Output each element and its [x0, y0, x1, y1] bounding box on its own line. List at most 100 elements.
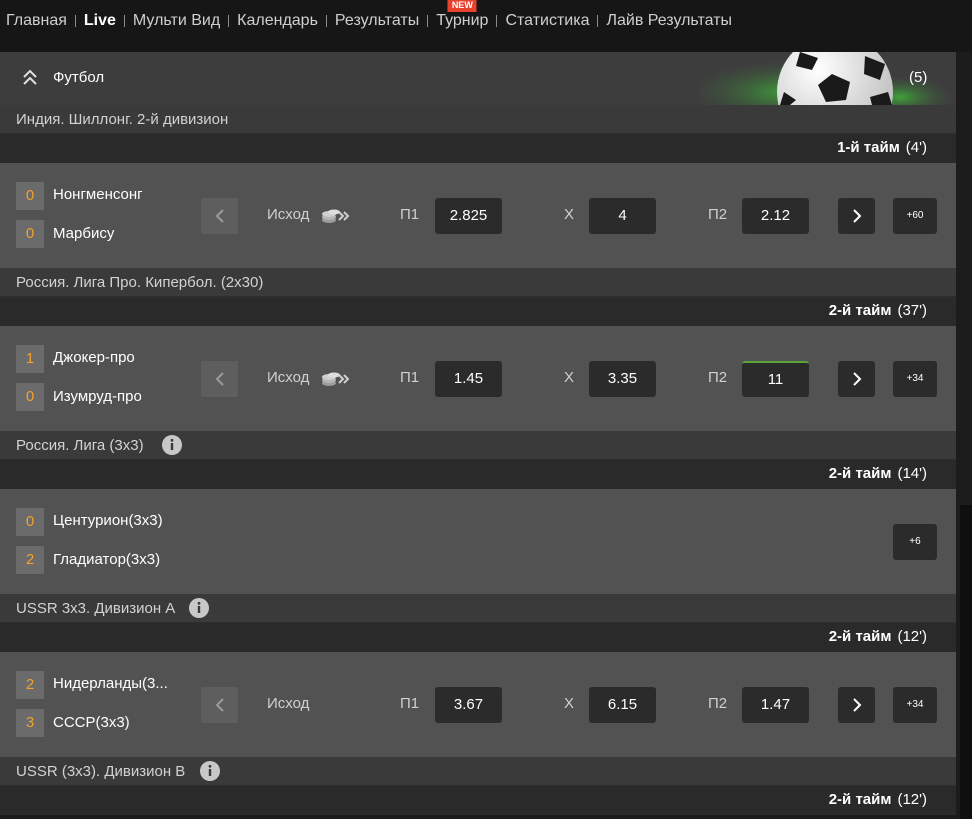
chevron-left-icon: [215, 698, 224, 712]
more-markets-button[interactable]: +60: [893, 198, 937, 234]
match-period-row: 2-й тайм (12'): [0, 623, 956, 652]
odd-label-p2: П2: [708, 695, 728, 712]
more-markets-button[interactable]: +34: [893, 687, 937, 723]
odd-label-p2: П2: [708, 369, 728, 386]
nav-item-tournament[interactable]: NEW Турнир: [436, 0, 488, 30]
more-markets-button[interactable]: +34: [893, 361, 937, 397]
team2-score: 2: [16, 546, 44, 574]
odd-button-p1[interactable]: 3.67: [435, 687, 502, 723]
nav-divider: [228, 15, 230, 27]
team1-score: 0: [16, 182, 44, 210]
nav-item-main[interactable]: Главная: [6, 12, 67, 30]
league-name: Россия. Лига (3x3): [16, 437, 144, 454]
prev-market-button[interactable]: [201, 198, 238, 234]
odd-label-x: Х: [564, 369, 575, 386]
match-period-row: 2-й тайм (14'): [0, 460, 956, 489]
more-markets-button[interactable]: +6: [893, 524, 937, 560]
nav-item-live[interactable]: Live: [84, 12, 116, 30]
team1-name[interactable]: Джокер-про: [53, 344, 135, 372]
period-label: 1-й тайм: [837, 139, 900, 156]
team2-score: 0: [16, 220, 44, 248]
team1-score: 2: [16, 671, 44, 699]
odd-button-p2[interactable]: 1.47: [742, 687, 809, 723]
period-label: 2-й тайм: [828, 302, 892, 319]
match-clock: (12'): [897, 628, 927, 645]
coins-icon: [322, 372, 350, 386]
odd-button-p2[interactable]: 11: [742, 361, 809, 397]
event-row[interactable]: 0 Нонгменсонг 0 Марбису Исход П1 2.825 Х…: [0, 163, 956, 268]
nav-list: Главная Live Мульти Вид Календарь Резуль…: [6, 0, 732, 30]
league-header[interactable]: USSR 3x3. Дивизион А: [0, 594, 956, 623]
team1-name[interactable]: Нидерланды(3...: [53, 670, 168, 698]
nav-item-calendar[interactable]: Календарь: [237, 12, 318, 30]
collapse-chevron-icon[interactable]: [21, 69, 39, 87]
period-label: 2-й тайм: [828, 628, 892, 645]
match-period-row: 2-й тайм (37'): [0, 297, 956, 326]
odd-button-x[interactable]: 3.35: [589, 361, 656, 397]
team1-score: 0: [16, 508, 44, 536]
odd-label-p2: П2: [708, 206, 728, 223]
nav-divider: [74, 15, 76, 27]
match-clock: (14'): [897, 465, 927, 482]
team2-score: 3: [16, 709, 44, 737]
next-market-button[interactable]: [838, 361, 875, 397]
next-market-button[interactable]: [838, 687, 875, 723]
prev-market-button[interactable]: [201, 361, 238, 397]
league-header[interactable]: Индия. Шиллонг. 2-й дивизион: [0, 105, 956, 134]
match-period: 2-й тайм (12'): [829, 628, 927, 645]
match-period-row: 2-й тайм (12'): [0, 786, 956, 815]
odd-button-p1[interactable]: 2.825: [435, 198, 502, 234]
event-row[interactable]: 2 Нидерланды(3... 3 СССР(3x3) Исход П1 3…: [0, 652, 956, 757]
team1-name[interactable]: Нонгменсонг: [53, 181, 143, 209]
league-header[interactable]: Россия. Лига Про. Кипербол. (2x30): [0, 268, 956, 297]
scrollbar-area: [960, 505, 972, 819]
chevron-left-icon: [215, 209, 224, 223]
odd-button-p2[interactable]: 2.12: [742, 198, 809, 234]
event-row[interactable]: 1 Джокер-про 0 Изумруд-про Исход П1 1.45…: [0, 326, 956, 431]
team2-name[interactable]: Гладиатор(3x3): [53, 546, 160, 574]
period-label: 2-й тайм: [828, 791, 892, 808]
nav-divider: [496, 15, 498, 27]
sport-header-football[interactable]: Футбол (5): [0, 52, 956, 105]
team2-name[interactable]: СССР(3x3): [53, 709, 130, 737]
team2-score: 0: [16, 383, 44, 411]
next-market-button[interactable]: [838, 198, 875, 234]
odd-button-x[interactable]: 6.15: [589, 687, 656, 723]
market-label: Исход: [267, 369, 310, 386]
league-header[interactable]: USSR (3x3). Дивизион B: [0, 757, 956, 786]
event-row[interactable]: 0 Центурион(3x3) 2 Гладиатор(3x3) +6: [0, 489, 956, 594]
market-label: Исход: [267, 695, 310, 712]
match-period: 2-й тайм (37'): [829, 302, 927, 319]
match-period-row: 1-й тайм (4'): [0, 134, 956, 163]
coins-icon: [322, 209, 350, 223]
league-header[interactable]: Россия. Лига (3x3): [0, 431, 956, 460]
team1-score: 1: [16, 345, 44, 373]
league-name: Индия. Шиллонг. 2-й дивизион: [16, 111, 229, 128]
nav-divider: [123, 15, 125, 27]
team2-name[interactable]: Марбису: [53, 220, 114, 248]
period-label: 2-й тайм: [828, 465, 892, 482]
nav-item-multiview[interactable]: Мульти Вид: [133, 12, 220, 30]
prev-market-button[interactable]: [201, 687, 238, 723]
team2-name[interactable]: Изумруд-про: [53, 383, 142, 411]
league-name: USSR (3x3). Дивизион B: [16, 763, 186, 780]
info-icon[interactable]: [200, 761, 220, 781]
odd-button-x[interactable]: 4: [589, 198, 656, 234]
team1-name[interactable]: Центурион(3x3): [53, 507, 163, 535]
info-icon[interactable]: [189, 598, 209, 618]
nav-divider: [427, 15, 429, 27]
nav-item-results[interactable]: Результаты: [335, 12, 419, 30]
nav-item-statistics[interactable]: Статистика: [505, 12, 589, 30]
match-period: 1-й тайм (4'): [837, 139, 927, 156]
match-clock: (12'): [897, 791, 927, 808]
nav-item-live-results[interactable]: Лайв Результаты: [606, 12, 732, 30]
odd-label-p1: П1: [400, 206, 420, 223]
match-clock: (4'): [905, 139, 927, 156]
odd-label-p1: П1: [400, 369, 420, 386]
match-period: 2-й тайм (14'): [829, 465, 927, 482]
new-badge: NEW: [447, 0, 477, 12]
info-icon[interactable]: [162, 435, 182, 455]
odd-label-x: Х: [564, 695, 575, 712]
odd-button-p1[interactable]: 1.45: [435, 361, 502, 397]
nav-divider: [597, 15, 599, 27]
